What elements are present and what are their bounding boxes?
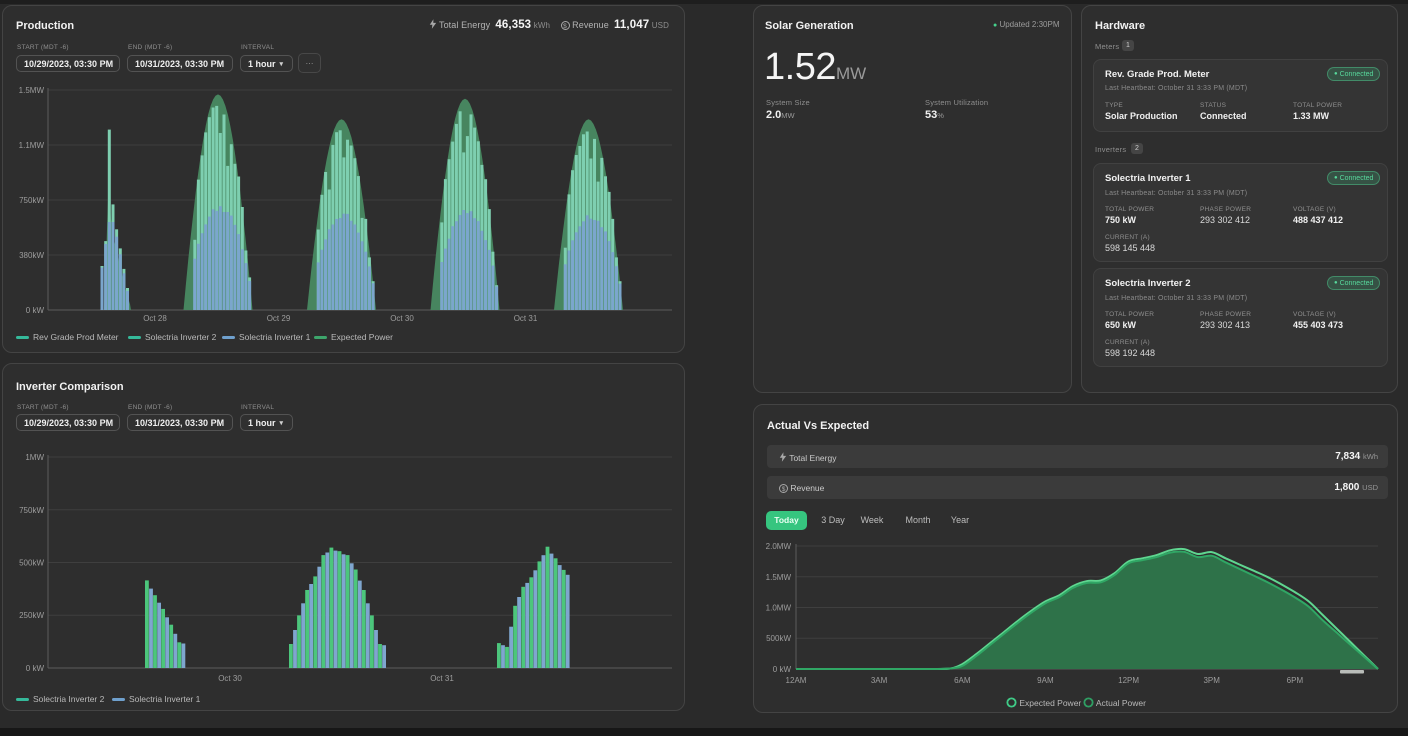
svg-text:0 kW: 0 kW [773, 665, 792, 674]
svg-text:Oct 29: Oct 29 [267, 314, 291, 323]
svg-text:380kW: 380kW [19, 251, 44, 260]
svg-text:6AM: 6AM [954, 676, 971, 685]
svg-text:500kW: 500kW [19, 559, 44, 568]
svg-text:1.1MW: 1.1MW [19, 141, 45, 150]
svg-text:1MW: 1MW [25, 453, 44, 462]
svg-text:9AM: 9AM [1037, 676, 1054, 685]
svg-text:Oct 30: Oct 30 [218, 674, 242, 683]
svg-text:6PM: 6PM [1287, 676, 1304, 685]
svg-text:3PM: 3PM [1203, 676, 1220, 685]
svg-text:Oct 31: Oct 31 [430, 674, 454, 683]
svg-text:0 kW: 0 kW [26, 664, 45, 673]
svg-text:2.0MW: 2.0MW [766, 542, 792, 551]
svg-text:750kW: 750kW [19, 506, 44, 515]
svg-text:Oct 31: Oct 31 [514, 314, 538, 323]
svg-text:250kW: 250kW [19, 611, 44, 620]
svg-text:12PM: 12PM [1118, 676, 1139, 685]
svg-text:500kW: 500kW [766, 634, 791, 643]
svg-text:1.5MW: 1.5MW [766, 573, 792, 582]
svg-text:Oct 30: Oct 30 [390, 314, 414, 323]
svg-text:12AM: 12AM [786, 676, 807, 685]
svg-text:0 kW: 0 kW [26, 306, 45, 315]
svg-text:750kW: 750kW [19, 196, 44, 205]
svg-text:Oct 28: Oct 28 [143, 314, 167, 323]
svg-text:1.5MW: 1.5MW [19, 86, 45, 95]
svg-text:3AM: 3AM [871, 676, 888, 685]
svg-text:1.0MW: 1.0MW [766, 604, 792, 613]
